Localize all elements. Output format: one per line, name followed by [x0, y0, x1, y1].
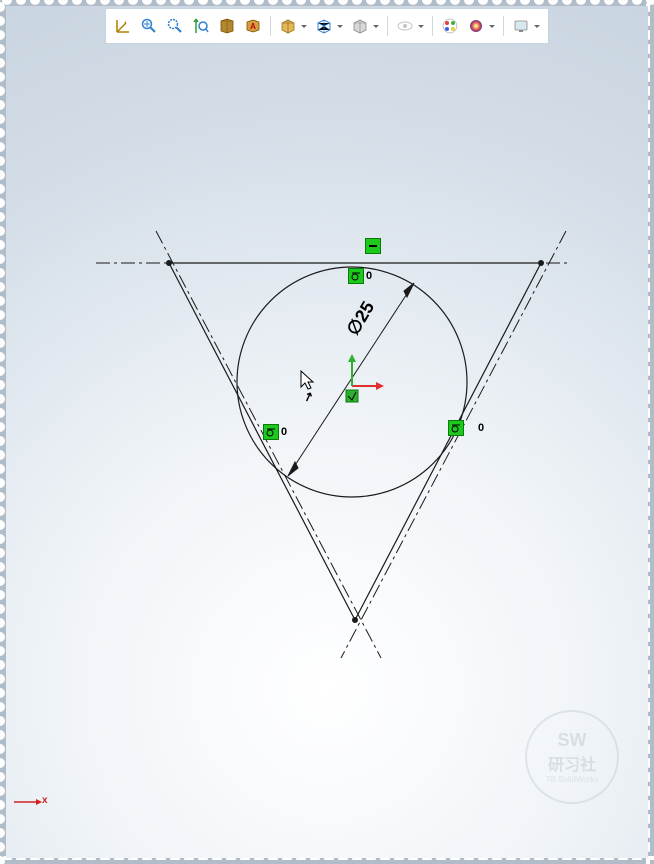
dropdown-icon[interactable]: [337, 25, 343, 28]
view-settings-icon[interactable]: [510, 15, 532, 37]
zoom-area-icon[interactable]: [164, 15, 186, 37]
svg-text:A: A: [250, 22, 256, 31]
dropdown-icon[interactable]: [301, 25, 307, 28]
relation-index: 0: [478, 422, 484, 434]
x-axis-label: x: [42, 795, 48, 806]
dropdown-icon[interactable]: [489, 25, 495, 28]
triad-x-axis: [14, 799, 42, 805]
relation-index: 0: [366, 270, 372, 282]
edit-appearance-icon[interactable]: [439, 15, 461, 37]
heads-up-view-toolbar: A: [105, 8, 549, 44]
relation-index: 0: [281, 426, 287, 438]
tangent-relation-icon[interactable]: [348, 268, 364, 284]
view-orientation-icon[interactable]: [277, 15, 299, 37]
section-view-icon[interactable]: [216, 15, 238, 37]
tangent-relation-icon[interactable]: [263, 424, 279, 440]
apply-scene-icon[interactable]: [465, 15, 487, 37]
zoom-fit-icon[interactable]: [138, 15, 160, 37]
cursor-icon: ↗: [301, 371, 315, 405]
sketch-area[interactable]: ↗: [6, 6, 648, 858]
dropdown-icon[interactable]: [418, 25, 424, 28]
display-style-icon[interactable]: [313, 15, 335, 37]
horizontal-relation-icon[interactable]: [365, 238, 381, 254]
eye-icon[interactable]: [394, 15, 416, 37]
svg-text:↗: ↗: [301, 388, 315, 405]
origin-marker: [346, 354, 384, 402]
tangent-relation-icon[interactable]: [448, 420, 464, 436]
previous-view-icon[interactable]: [190, 15, 212, 37]
dynamic-annotation-icon[interactable]: A: [242, 15, 264, 37]
dropdown-icon[interactable]: [534, 25, 540, 28]
hide-show-icon[interactable]: [349, 15, 371, 37]
dropdown-icon[interactable]: [373, 25, 379, 28]
normal-to-icon[interactable]: [112, 15, 134, 37]
